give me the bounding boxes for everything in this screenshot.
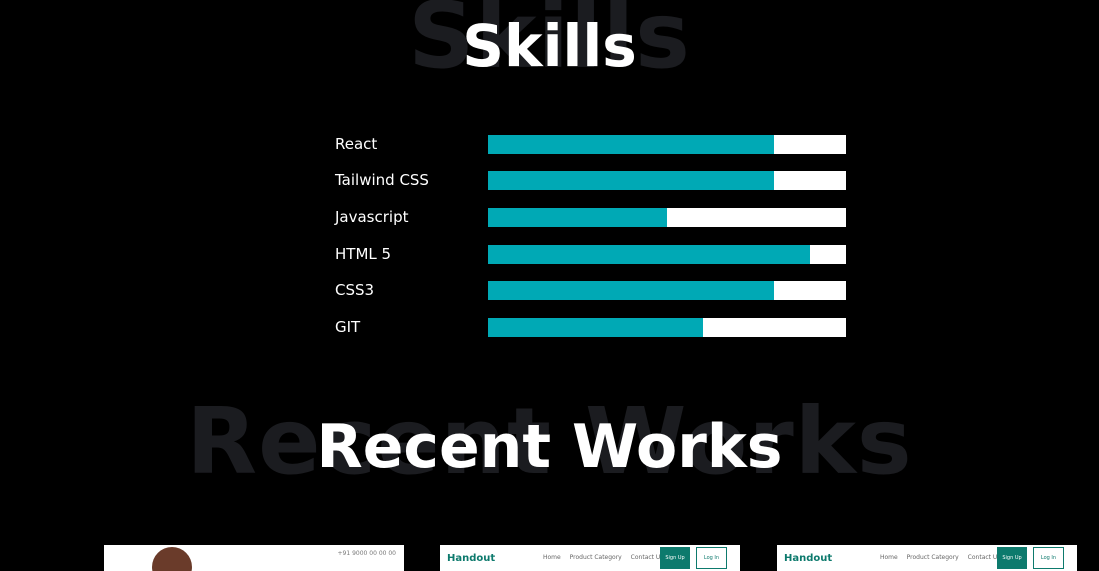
card-nav-item: Contact Us bbox=[967, 554, 1001, 561]
skill-bar-track bbox=[488, 134, 846, 154]
skill-bar-track bbox=[488, 207, 846, 227]
card-nav-item: Contact Us bbox=[630, 554, 664, 561]
card-phone: +91 9000 00 00 00 bbox=[337, 550, 396, 557]
skill-label: React bbox=[335, 135, 378, 153]
card-brand: Handout bbox=[447, 553, 496, 564]
skills-title: Skills bbox=[462, 12, 637, 80]
skill-label: Javascript bbox=[335, 208, 409, 226]
card-nav: Home Product Category Contact Us bbox=[543, 554, 670, 561]
card-nav: Home Product Category Contact Us bbox=[880, 554, 1007, 561]
card-login-button: Log In bbox=[1033, 547, 1064, 569]
card-signup-button: Sign Up bbox=[997, 547, 1027, 569]
card-signup-button: Sign Up bbox=[660, 547, 690, 569]
skill-label: CSS3 bbox=[335, 281, 375, 299]
skill-bar-track bbox=[488, 244, 846, 264]
skill-label: GIT bbox=[335, 318, 361, 336]
skill-row-html5: HTML 5 bbox=[335, 244, 846, 264]
card-nav-item: Home bbox=[880, 554, 898, 561]
skill-bar-fill bbox=[488, 134, 775, 154]
skill-row-git: GIT bbox=[335, 317, 846, 337]
card-login-button: Log In bbox=[696, 547, 727, 569]
skill-bar-fill bbox=[488, 317, 703, 337]
recent-works-title: Recent Works bbox=[316, 412, 783, 482]
skill-bar-fill bbox=[488, 207, 667, 227]
skill-label: Tailwind CSS bbox=[335, 171, 429, 189]
skill-row-css3: CSS3 bbox=[335, 280, 846, 300]
work-card-2[interactable]: Handout Home Product Category Contact Us… bbox=[440, 545, 740, 571]
skill-row-tailwind: Tailwind CSS bbox=[335, 170, 846, 190]
card-nav-item: Home bbox=[543, 554, 561, 561]
portrait-image bbox=[152, 547, 192, 571]
skill-bar-track bbox=[488, 317, 846, 337]
skill-bar-fill bbox=[488, 170, 775, 190]
skill-label: HTML 5 bbox=[335, 245, 392, 263]
card-nav-item: Product Category bbox=[906, 554, 959, 561]
skill-row-react: React bbox=[335, 134, 846, 154]
work-card-1[interactable]: +91 9000 00 00 00 bbox=[104, 545, 404, 571]
skill-bar-fill bbox=[488, 244, 811, 264]
card-brand: Handout bbox=[784, 553, 833, 564]
skill-row-javascript: Javascript bbox=[335, 207, 846, 227]
work-card-3[interactable]: Handout Home Product Category Contact Us… bbox=[777, 545, 1077, 571]
card-nav-item: Product Category bbox=[569, 554, 622, 561]
skill-bar-fill bbox=[488, 280, 775, 300]
skill-bar-track bbox=[488, 280, 846, 300]
skill-bar-track bbox=[488, 170, 846, 190]
